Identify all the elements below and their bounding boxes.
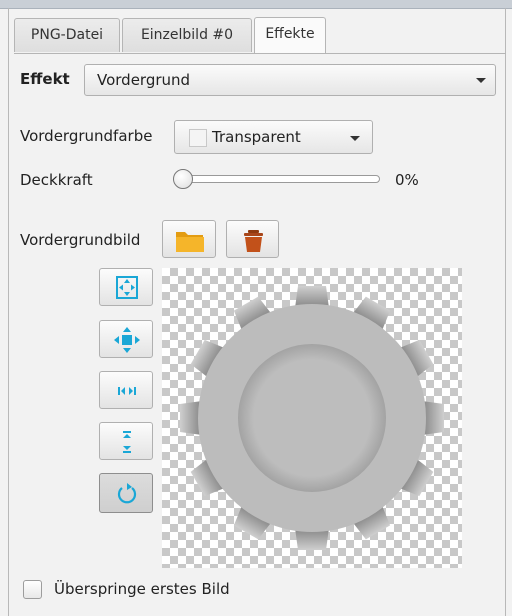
panel-left-border — [8, 8, 9, 616]
opacity-label: Deckkraft — [20, 171, 93, 189]
window-top-edge — [0, 0, 512, 9]
chevron-down-icon — [476, 78, 486, 83]
tab-effekte[interactable]: Effekte — [254, 17, 326, 53]
skip-first-label: Überspringe erstes Bild — [54, 580, 230, 598]
rotate-image-button[interactable] — [99, 473, 153, 513]
stretch-vertical-button[interactable] — [99, 422, 153, 460]
trash-icon — [244, 230, 263, 252]
opacity-slider-thumb[interactable] — [173, 169, 193, 189]
skip-first-checkbox[interactable] — [23, 580, 42, 599]
gear-icon — [180, 286, 444, 550]
chevron-down-icon — [350, 136, 360, 141]
effect-select-value: Vordergrund — [97, 71, 191, 89]
panel-right-border — [505, 8, 506, 616]
tab-png-datei[interactable]: PNG-Datei — [14, 18, 120, 52]
opacity-value: 0% — [395, 171, 419, 189]
foreground-color-label: Vordergrundfarbe — [20, 127, 153, 145]
effect-label: Effekt — [20, 70, 70, 88]
opacity-slider-track[interactable] — [180, 175, 380, 183]
stretch-vertical-icon — [123, 431, 131, 453]
image-preview — [162, 268, 462, 568]
folder-icon — [176, 232, 204, 252]
delete-image-button[interactable] — [226, 220, 279, 258]
center-icon — [114, 327, 140, 353]
color-swatch — [189, 129, 207, 147]
tab-einzelbild[interactable]: Einzelbild #0 — [122, 18, 252, 52]
foreground-image-label: Vordergrundbild — [20, 231, 141, 249]
foreground-color-select[interactable]: Transparent — [174, 120, 373, 154]
stretch-horizontal-button[interactable] — [99, 371, 153, 409]
foreground-color-value: Transparent — [212, 128, 301, 146]
center-image-button[interactable] — [99, 320, 153, 358]
effect-select[interactable]: Vordergrund — [84, 64, 496, 96]
fit-icon — [116, 276, 138, 299]
rotate-icon — [117, 483, 137, 504]
tab-divider — [14, 53, 506, 54]
stretch-horizontal-icon — [118, 387, 136, 395]
fit-image-button[interactable] — [99, 268, 153, 306]
open-image-button[interactable] — [162, 220, 216, 258]
